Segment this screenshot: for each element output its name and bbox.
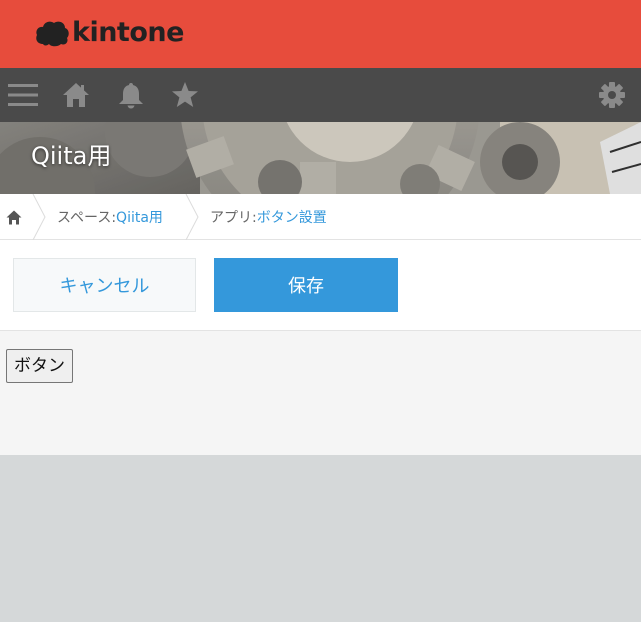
- breadcrumb-app: アプリ: ボタン設置: [210, 194, 327, 240]
- breadcrumb: スペース: Qiita用 アプリ: ボタン設置: [0, 194, 641, 240]
- bell-icon[interactable]: [116, 81, 146, 109]
- page-background: [0, 455, 641, 622]
- custom-button[interactable]: ボタン: [6, 349, 73, 383]
- menu-icon[interactable]: [8, 81, 38, 109]
- kintone-logo[interactable]: kintone: [34, 16, 184, 50]
- breadcrumb-separator: [32, 194, 46, 240]
- space-cover: Qiita用: [0, 122, 641, 194]
- home-icon: [6, 210, 22, 224]
- home-icon[interactable]: [61, 81, 91, 109]
- nav-bar: [0, 68, 641, 122]
- breadcrumb-separator: [185, 194, 199, 240]
- cancel-button[interactable]: キャンセル: [13, 258, 196, 312]
- form-content: ボタン: [0, 331, 641, 455]
- breadcrumb-home[interactable]: [6, 194, 22, 240]
- breadcrumb-space: スペース: Qiita用: [57, 194, 163, 240]
- space-title: Qiita用: [31, 142, 112, 170]
- save-button[interactable]: 保存: [214, 258, 398, 312]
- gear-icon[interactable]: [597, 81, 627, 109]
- breadcrumb-app-link[interactable]: ボタン設置: [257, 207, 327, 227]
- brand-name: kintone: [72, 17, 184, 48]
- breadcrumb-space-prefix: スペース:: [57, 210, 117, 226]
- action-bar: キャンセル 保存: [0, 240, 641, 331]
- star-icon[interactable]: [170, 81, 200, 109]
- breadcrumb-space-link[interactable]: Qiita用: [116, 207, 163, 227]
- cloud-logo-icon: [36, 21, 69, 47]
- breadcrumb-app-prefix: アプリ:: [210, 210, 257, 226]
- brand-header: kintone: [0, 0, 641, 68]
